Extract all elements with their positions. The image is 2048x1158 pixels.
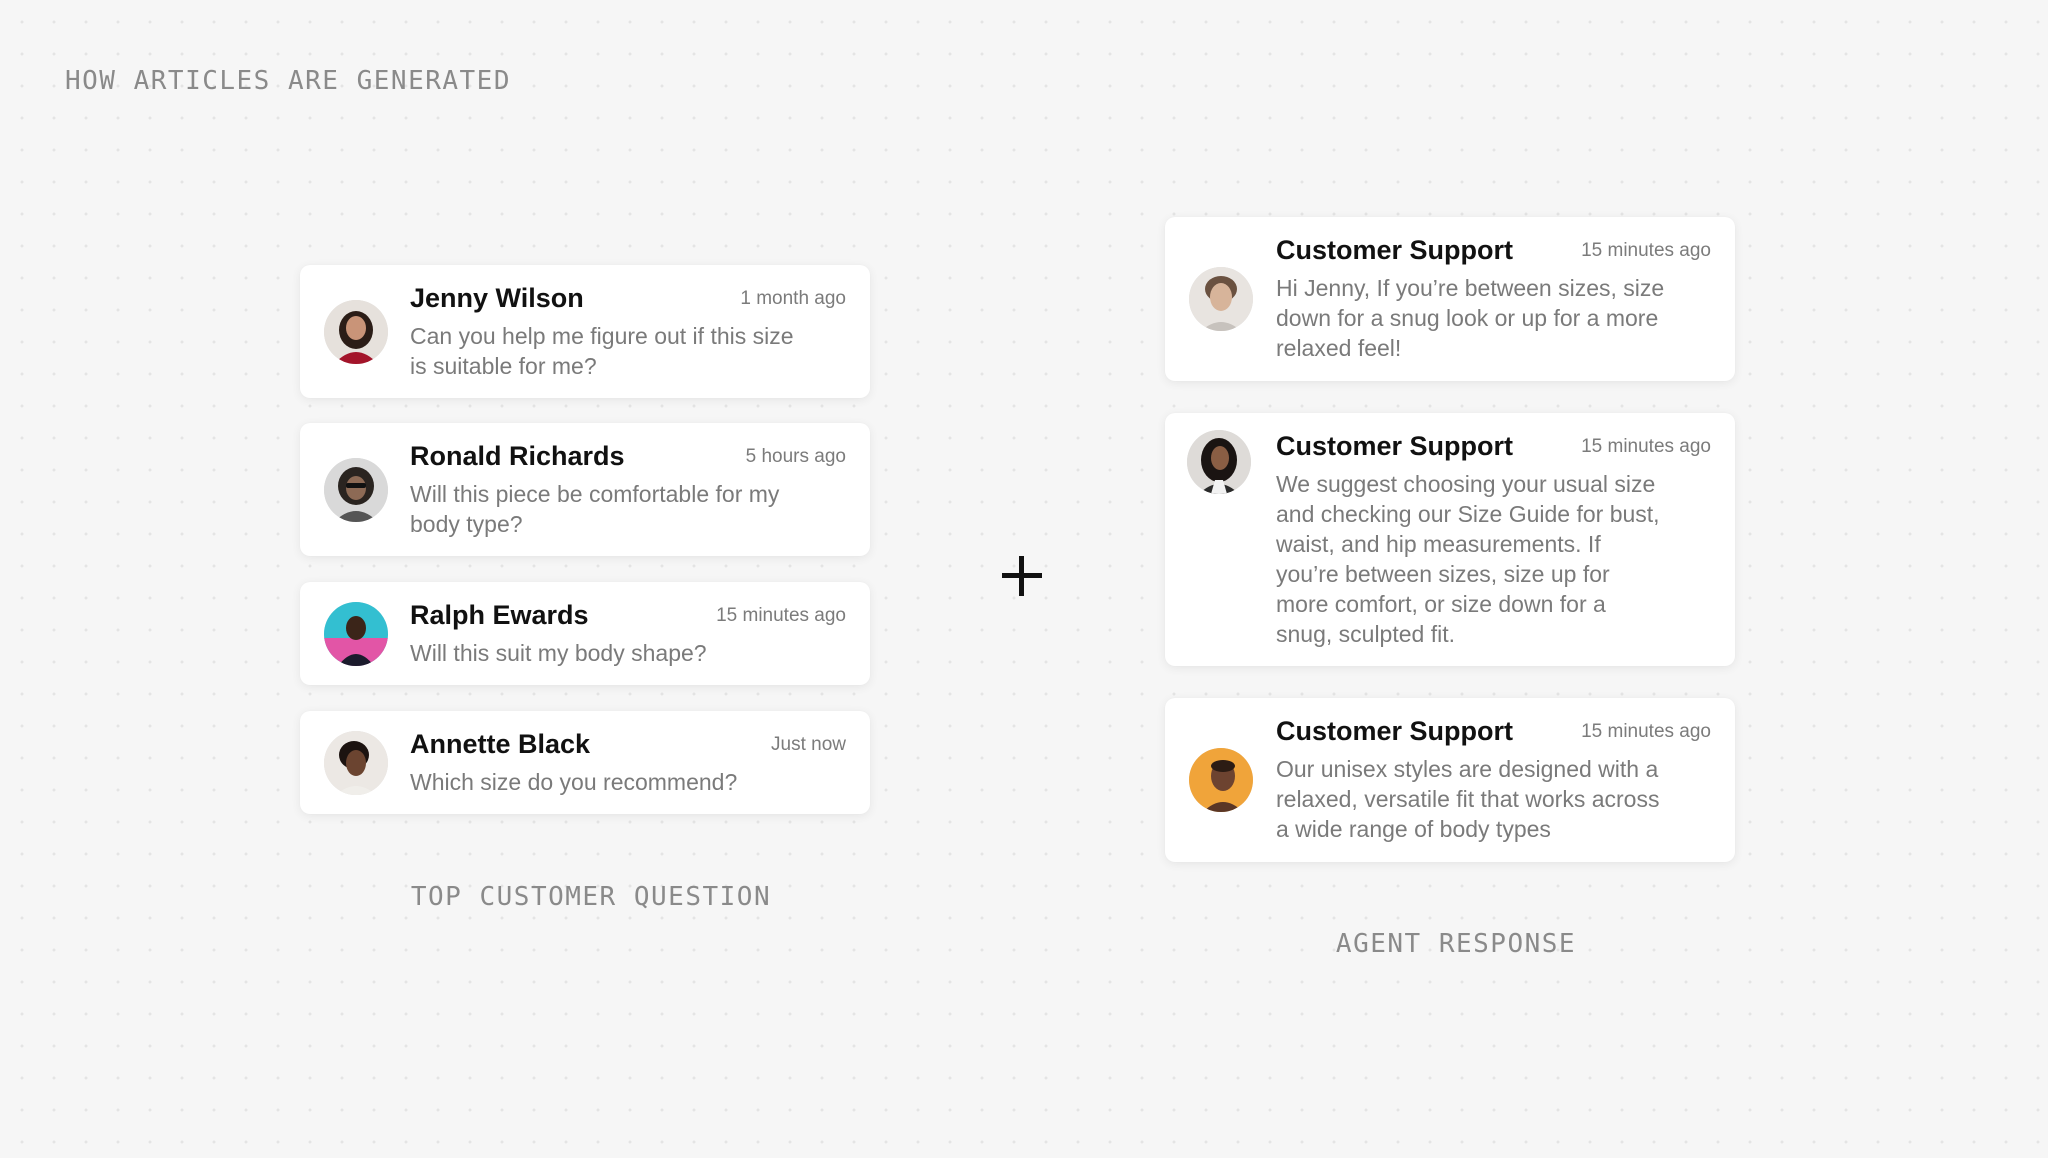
question-text: Will this piece be comfortable for my bod… <box>410 481 780 537</box>
timestamp: 5 hours ago <box>745 446 846 467</box>
question-text: Which size do you recommend? <box>410 769 738 795</box>
timestamp: 15 minutes ago <box>716 605 846 626</box>
timestamp: Just now <box>771 734 846 755</box>
page-title: HOW ARTICLES ARE GENERATED <box>65 66 511 96</box>
agent-name: Customer Support <box>1276 431 1514 461</box>
avatar <box>324 731 388 795</box>
customer-name: Ralph Ewards <box>410 600 589 630</box>
plus-icon <box>998 552 1046 600</box>
question-text: Will this suit my body shape? <box>410 640 707 666</box>
agent-name: Customer Support <box>1276 716 1514 746</box>
question-card-annette-black[interactable]: Annette Black Just now Which size do you… <box>300 711 870 814</box>
agent-name: Customer Support <box>1276 235 1514 265</box>
response-text: Our unisex styles are designed with a rel… <box>1276 756 1660 842</box>
customer-name: Jenny Wilson <box>410 283 584 313</box>
timestamp: 15 minutes ago <box>1581 240 1711 261</box>
avatar <box>324 300 388 364</box>
avatar <box>324 458 388 522</box>
avatar <box>1187 430 1251 494</box>
customer-name: Annette Black <box>410 729 591 759</box>
avatar <box>1189 267 1253 331</box>
response-card[interactable]: Customer Support 15 minutes ago Our unis… <box>1165 698 1735 862</box>
response-card[interactable]: Customer Support 15 minutes ago We sugge… <box>1165 413 1735 666</box>
customer-name: Ronald Richards <box>410 441 625 471</box>
question-card-ralph-ewards[interactable]: Ralph Ewards 15 minutes ago Will this su… <box>300 582 870 685</box>
avatar <box>1189 748 1253 812</box>
response-text: Hi Jenny, If you’re between sizes, size d… <box>1276 275 1665 361</box>
response-text: We suggest choosing your usual size and c… <box>1276 471 1660 647</box>
question-card-ronald-richards[interactable]: Ronald Richards 5 hours ago Will this pi… <box>300 423 870 556</box>
question-card-jenny-wilson[interactable]: Jenny Wilson 1 month ago Can you help me… <box>300 265 870 398</box>
timestamp: 15 minutes ago <box>1581 436 1711 457</box>
timestamp: 15 minutes ago <box>1581 721 1711 742</box>
column-label-responses: AGENT RESPONSE <box>1335 929 1577 959</box>
response-card[interactable]: Customer Support 15 minutes ago Hi Jenny… <box>1165 217 1735 381</box>
question-text: Can you help me figure out if this size i… <box>410 323 794 379</box>
column-label-questions: TOP CUSTOMER QUESTION <box>410 882 772 912</box>
timestamp: 1 month ago <box>740 288 846 309</box>
avatar <box>324 602 388 666</box>
